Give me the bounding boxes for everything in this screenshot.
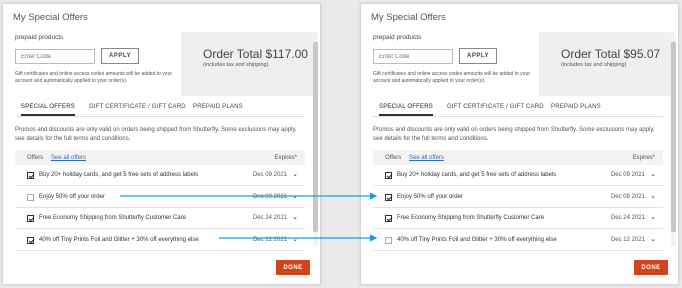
offer-tabs: SPECIAL OFFERS GIFT CERTIFICATE / GIFT C…: [373, 103, 663, 117]
offer-expiry: Dec 12 2021: [610, 237, 645, 243]
special-offers-dialog-after: My Special Offers prepaid products APPLY…: [360, 3, 679, 285]
chevron-down-icon[interactable]: ⌄: [292, 213, 298, 221]
scrollbar-thumb[interactable]: [313, 42, 318, 232]
prepaid-label: prepaid products: [373, 34, 422, 41]
dialog-title: My Special Offers: [13, 12, 88, 23]
chevron-down-icon[interactable]: ⌄: [650, 213, 656, 221]
expires-label: Expires*: [274, 155, 297, 161]
chevron-down-icon[interactable]: ⌄: [292, 235, 298, 243]
chevron-down-icon[interactable]: ⌄: [650, 170, 656, 178]
offers-label: Offers: [27, 155, 44, 161]
offers-header: Offers See all offers Expires*: [373, 150, 663, 165]
offer-checkbox[interactable]: [385, 194, 392, 201]
order-total: Order Total $95.07: [561, 47, 661, 61]
offer-checkbox[interactable]: [385, 172, 392, 179]
offer-checkbox[interactable]: [27, 215, 34, 222]
offer-checkbox[interactable]: [385, 215, 392, 222]
offer-text: Free Economy Shipping from Shutterfly Cu…: [39, 215, 187, 221]
tab-special-offers[interactable]: SPECIAL OFFERS: [379, 104, 433, 116]
offer-expiry: Dec 24 2021: [610, 215, 645, 221]
offer-checkbox[interactable]: [27, 172, 34, 179]
scrollbar[interactable]: [671, 36, 676, 246]
offer-text: 40% off Tiny Prints Foil and Glitter + 3…: [397, 237, 557, 243]
offer-row: Enjoy 50% off your order Dec 09 2021 ⌄: [373, 188, 663, 208]
offer-checkbox[interactable]: [385, 237, 392, 244]
offers-header: Offers See all offers Expires*: [15, 150, 305, 165]
special-offers-dialog-before: My Special Offers prepaid products APPLY…: [2, 3, 321, 285]
offer-row: Buy 20+ holiday cards, and get 5 free se…: [15, 166, 305, 186]
prepaid-label: prepaid products: [15, 34, 64, 41]
offer-row: Buy 20+ holiday cards, and get 5 free se…: [373, 166, 663, 186]
apply-button[interactable]: APPLY: [459, 48, 497, 64]
expires-label: Expires*: [632, 155, 655, 161]
chevron-down-icon[interactable]: ⌄: [292, 170, 298, 178]
offer-row: Enjoy 50% off your order Dec 09 2021 ⌄: [15, 188, 305, 208]
code-entry-section: prepaid products APPLY Gift certificates…: [3, 32, 317, 96]
order-total: Order Total $117.00: [203, 47, 308, 61]
code-input[interactable]: [15, 49, 95, 64]
offer-checkbox[interactable]: [27, 237, 34, 244]
offer-expiry: Dec 12 2021: [252, 237, 287, 243]
offer-expiry: Dec 09 2021: [252, 172, 287, 178]
order-total-note: (includes tax and shipping): [561, 62, 627, 68]
done-button[interactable]: DONE: [634, 260, 668, 275]
tab-prepaid-plans[interactable]: PREPAID PLANS: [193, 104, 243, 110]
offer-text: 40% off Tiny Prints Foil and Glitter + 3…: [39, 237, 199, 243]
offer-expiry: Dec 24 2021: [252, 215, 287, 221]
offer-expiry: Dec 09 2021: [610, 194, 645, 200]
scrollbar-thumb[interactable]: [671, 42, 676, 232]
offer-text: Enjoy 50% off your order: [397, 194, 463, 200]
order-total-panel: Order Total $95.07 (includes tax and shi…: [539, 32, 675, 96]
offer-row: Free Economy Shipping from Shutterfly Cu…: [373, 209, 663, 229]
offer-row: Free Economy Shipping from Shutterfly Cu…: [15, 209, 305, 229]
order-total-note: (includes tax and shipping): [203, 62, 269, 68]
offer-expiry: Dec 09 2021: [610, 172, 645, 178]
done-button[interactable]: DONE: [276, 260, 310, 275]
apply-button[interactable]: APPLY: [101, 48, 139, 64]
offer-text: Buy 20+ holiday cards, and get 5 free se…: [397, 172, 557, 178]
offer-text: Free Economy Shipping from Shutterfly Cu…: [397, 215, 545, 221]
offer-tabs: SPECIAL OFFERS GIFT CERTIFICATE / GIFT C…: [15, 103, 305, 117]
code-entry-section: prepaid products APPLY Gift certificates…: [361, 32, 675, 96]
offer-text: Buy 20+ holiday cards, and get 5 free se…: [39, 172, 199, 178]
scrollbar[interactable]: [313, 36, 318, 246]
offer-row: 40% off Tiny Prints Foil and Glitter + 3…: [373, 231, 663, 251]
gift-note: Gift certificates and online access code…: [373, 71, 531, 84]
order-total-panel: Order Total $117.00 (includes tax and sh…: [181, 32, 317, 96]
offers-label: Offers: [385, 155, 402, 161]
offer-expiry: Dec 09 2021: [252, 194, 287, 200]
chevron-down-icon[interactable]: ⌄: [650, 192, 656, 200]
chevron-down-icon[interactable]: ⌄: [650, 235, 656, 243]
chevron-down-icon[interactable]: ⌄: [292, 192, 298, 200]
tab-gift-certificate[interactable]: GIFT CERTIFICATE / GIFT CARD: [447, 104, 544, 110]
offer-row: 40% off Tiny Prints Foil and Glitter + 3…: [15, 231, 305, 251]
see-all-offers-link[interactable]: See all offers: [51, 155, 86, 161]
code-input[interactable]: [373, 49, 453, 64]
offer-checkbox[interactable]: [27, 194, 34, 201]
gift-note: Gift certificates and online access code…: [15, 71, 173, 84]
dialog-title: My Special Offers: [371, 12, 446, 23]
tab-prepaid-plans[interactable]: PREPAID PLANS: [551, 104, 601, 110]
tab-gift-certificate[interactable]: GIFT CERTIFICATE / GIFT CARD: [89, 104, 186, 110]
promo-disclaimer: Promos and discounts are only valid on o…: [373, 127, 655, 142]
tab-special-offers[interactable]: SPECIAL OFFERS: [21, 104, 75, 116]
see-all-offers-link[interactable]: See all offers: [409, 155, 444, 161]
offer-text: Enjoy 50% off your order: [39, 194, 105, 200]
promo-disclaimer: Promos and discounts are only valid on o…: [15, 127, 297, 142]
